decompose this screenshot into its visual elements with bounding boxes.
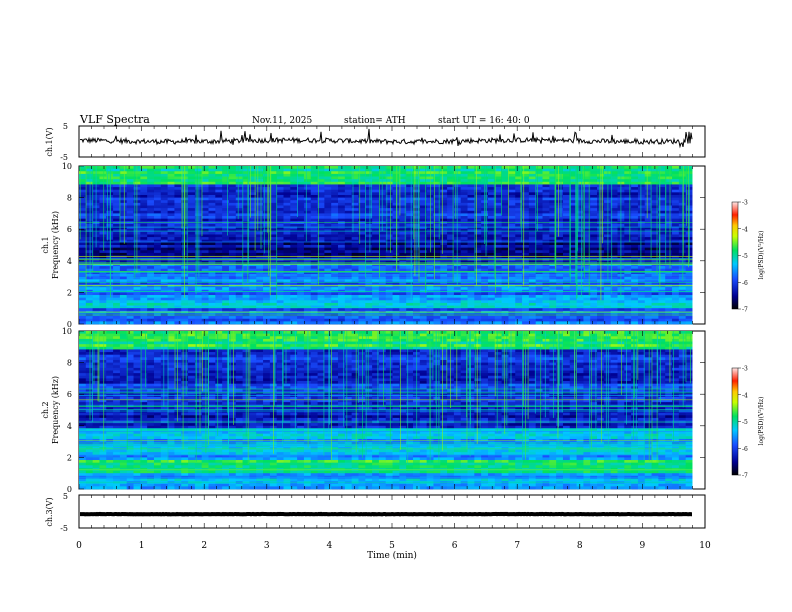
ch1-colorbar-tick--5: -5	[742, 253, 748, 260]
ch1-spectrogram-ytick-label-4: 4	[67, 257, 72, 266]
x-axis-label: Time (min)	[367, 550, 417, 561]
ch1-spectrogram-ytick-label-8: 8	[67, 194, 72, 203]
ch2-spectrogram-ytick-label-8: 8	[67, 359, 72, 368]
ch1-voltage-panel: 5 -5 ch.1(V)	[45, 122, 706, 162]
vlf-spectra-figure: VLF Spectra Nov.11, 2025 station= ATH st…	[41, 113, 765, 561]
x-axis-tick-label-3: 3	[264, 541, 270, 551]
ch1-colorbar: -3 -4 -5 -6 -7 log(PSD)(V²/Hz)	[731, 200, 765, 314]
station-label: station= ATH	[344, 116, 406, 126]
ch3-voltage-ytick-bottom: -5	[60, 524, 68, 533]
x-axis-tick-label-8: 8	[577, 541, 583, 551]
x-axis-tick-label-5: 5	[389, 541, 395, 551]
ch1-colorbar-label: log(PSD)(V²/Hz)	[758, 231, 765, 280]
ch2-colorbar-tick--5: -5	[742, 419, 748, 426]
figure-title: VLF Spectra	[79, 113, 150, 126]
ch1-spectrogram-ytick-label-6: 6	[67, 225, 72, 234]
ch1-colorbar-scale	[731, 201, 739, 310]
x-axis-tick-label-0: 0	[76, 541, 82, 551]
ch1-colorbar-tick--6: -6	[742, 280, 748, 287]
ch2-colorbar-scale	[731, 367, 739, 476]
x-axis: 0 1 2 3 4 5 6 7 8 9 10	[76, 541, 711, 551]
ch1-spectrogram-ytick-label-2: 2	[67, 288, 72, 297]
ch3-voltage-ylabel: ch.3(V)	[45, 497, 54, 526]
ch2-colorbar-label: log(PSD)(V²/Hz)	[758, 397, 765, 446]
start-time-label: start UT = 16: 40: 0	[438, 116, 530, 126]
x-axis-tick-label-10: 10	[699, 541, 711, 551]
ch2-spectrogram-ytick-label-10: 10	[62, 327, 72, 336]
ch2-colorbar-tick--6: -6	[742, 446, 748, 453]
ch1-spectrogram-panel: 0246810 ch.1 Frequency (kHz) -3-4-5-6-7 …	[41, 162, 765, 329]
ch2-spectrogram-ylabel-frequency: Frequency (kHz)	[51, 376, 60, 444]
ch2-spectrogram-panel: 0246810 ch.2 Frequency (kHz) -3-4-5-6-7 …	[41, 327, 765, 494]
ch1-colorbar-tick--4: -4	[742, 226, 748, 233]
ch3-voltage-trace	[80, 511, 692, 517]
ch1-voltage-ytick-top: 5	[63, 122, 68, 131]
ch2-colorbar-tick--3: -3	[742, 366, 748, 373]
ch2-spectrogram-ytick-label-2: 2	[67, 453, 72, 462]
x-axis-tick-label-1: 1	[139, 541, 145, 551]
ch2-spectrogram-ylabel-channel: ch.2	[41, 401, 50, 418]
ch1-spectrogram-ytick-label-10: 10	[62, 162, 72, 171]
x-axis-tick-label-9: 9	[640, 541, 646, 551]
ch1-voltage-ylabel: ch.1(V)	[45, 127, 54, 156]
ch1-voltage-ytick-bottom: -5	[60, 153, 68, 162]
ch1-spectrogram-ylabel-frequency: Frequency (kHz)	[51, 211, 60, 279]
ch1-colorbar-tick--3: -3	[742, 200, 748, 207]
ch1-spectrogram-image	[79, 166, 705, 325]
ch2-spectrogram-ytick-label-6: 6	[67, 390, 72, 399]
ch1-spectrogram-ylabel-channel: ch.1	[41, 236, 50, 253]
ch2-spectrogram-ytick-label-4: 4	[67, 422, 72, 431]
x-axis-tick-label-2: 2	[201, 541, 207, 551]
ch3-voltage-ytick-top: 5	[63, 492, 68, 501]
ch2-spectrogram-image	[79, 331, 705, 490]
date-label: Nov.11, 2025	[252, 116, 313, 126]
ch3-voltage-panel: 5 -5 ch.3(V)	[45, 492, 706, 533]
ch2-colorbar-tick--7: -7	[742, 473, 748, 480]
ch1-colorbar-tick--7: -7	[742, 307, 748, 314]
ch2-colorbar-tick--4: -4	[742, 392, 748, 399]
x-axis-tick-label-4: 4	[327, 541, 333, 551]
x-axis-tick-label-6: 6	[452, 541, 458, 551]
ch2-colorbar: -3 -4 -5 -6 -7 log(PSD)(V²/Hz)	[731, 366, 765, 480]
x-axis-tick-label-7: 7	[514, 541, 520, 551]
